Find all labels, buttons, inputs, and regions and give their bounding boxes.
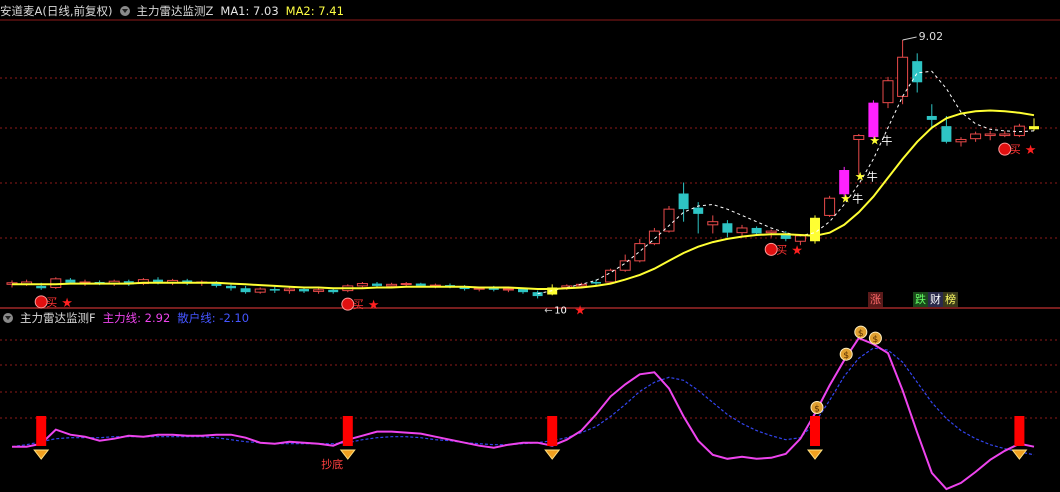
- candle-body: [299, 289, 309, 292]
- candle-body: [722, 223, 733, 233]
- candle-body: [663, 208, 675, 232]
- candle-body: [518, 289, 528, 293]
- candle-body: [707, 221, 719, 226]
- money-symbol: $: [843, 351, 849, 361]
- candle-body: [853, 135, 865, 140]
- candle-body: [254, 288, 266, 293]
- retail-line-label: 散户线: -2.10: [177, 311, 250, 325]
- candle-body: [941, 126, 952, 142]
- candle-body: [678, 193, 689, 210]
- candle-body: [502, 288, 514, 291]
- dropdown-icon[interactable]: [119, 6, 130, 16]
- candle-body: [240, 288, 251, 293]
- candle-body: [619, 260, 631, 271]
- upper-indicator-name[interactable]: 主力雷达监测Z: [137, 4, 214, 18]
- hold-star-icon: ★: [869, 134, 880, 148]
- candle-body: [926, 115, 937, 120]
- retail-line: [11, 347, 1035, 456]
- money-symbol: $: [814, 405, 820, 415]
- buy-star-icon: ★: [791, 243, 803, 258]
- signal-number-label: 10: [554, 305, 567, 316]
- buy-signal-label: 买: [776, 243, 787, 256]
- candle-body: [226, 285, 236, 289]
- candle-body: [605, 269, 617, 283]
- candle-body: [65, 279, 76, 283]
- candle-body: [794, 235, 806, 242]
- candle-body: [400, 283, 412, 286]
- hold-marker-label: 牛: [881, 134, 892, 148]
- candle-body: [386, 283, 398, 287]
- money-symbol: $: [873, 335, 879, 345]
- chart-canvas: 9.02买 ★ 买 ★买 ★买 ★← 10 ★★ 牛★ 牛★ 牛$$$$抄底: [0, 19, 1060, 491]
- ma1-label: MA1: 7.03: [220, 4, 279, 18]
- candle-body: [693, 207, 704, 214]
- candle-body: [283, 288, 295, 292]
- candle-body: [328, 289, 339, 293]
- badge-zhang[interactable]: 涨: [868, 292, 883, 307]
- money-symbol: $: [858, 329, 864, 339]
- diamond-icon: [544, 449, 561, 460]
- candle-body: [882, 80, 894, 104]
- candle-body: [868, 102, 879, 138]
- dropdown-icon[interactable]: [3, 313, 13, 323]
- buy-signal-label: 买: [46, 296, 57, 309]
- candle-body: [591, 281, 601, 284]
- hold-marker-label: 牛: [852, 192, 863, 206]
- candle-body: [313, 289, 325, 292]
- stock-chart-window: 9.02 买 ★ 买 ★ 买 ★ 买 ★ ← 10 ★ ★ 牛 ★ 牛 ★ 牛 $ $ $ $ 抄底 安道麦A(日线,前复权…: [0, 0, 1060, 492]
- candle-body: [1029, 126, 1039, 130]
- diamond-icon: [806, 449, 824, 460]
- candle-body: [839, 170, 850, 195]
- candle-body: [824, 197, 836, 216]
- signal-bar: [810, 416, 820, 446]
- signal-bar: [36, 416, 47, 446]
- candle-body: [356, 283, 368, 287]
- hold-marker-label: 牛: [867, 170, 878, 184]
- candle-body: [999, 133, 1011, 137]
- signal-bar: [342, 416, 353, 446]
- candle-body: [634, 243, 646, 262]
- price-annotation-line: [902, 36, 917, 41]
- buy-star-icon: ★: [1025, 143, 1037, 158]
- price-annotation-label: 9.02: [919, 30, 944, 43]
- buy-signal-label: 买: [1010, 143, 1021, 156]
- upper-header: 安道麦A(日线,前复权) 主力雷达监测Z MA1: 7.03 MA2: 7.41: [0, 2, 351, 20]
- signal-star-icon: ★: [574, 303, 586, 318]
- candle-body: [765, 230, 777, 234]
- diamond-icon: [33, 449, 50, 460]
- diamond-icon: [1011, 449, 1028, 460]
- candle-body: [269, 289, 280, 291]
- signal-bar: [547, 416, 558, 446]
- candle-body: [532, 292, 543, 297]
- candle-body: [36, 285, 47, 289]
- stock-title[interactable]: 安道麦A(日线,前复权): [0, 4, 113, 18]
- buy-star-icon: ★: [368, 298, 380, 313]
- buy-signal-label: 买: [353, 298, 364, 311]
- hold-star-icon: ★: [855, 170, 866, 184]
- badge-cai[interactable]: 财: [928, 292, 943, 307]
- lower-indicator-name[interactable]: 主力雷达监测F: [20, 311, 96, 325]
- candle-body: [1013, 125, 1025, 137]
- badge-bang[interactable]: 榜: [943, 292, 958, 307]
- main-line: [12, 336, 1035, 491]
- badge-die[interactable]: 跌: [913, 292, 928, 307]
- hold-star-icon: ★: [840, 192, 851, 206]
- candle-body: [415, 283, 426, 286]
- ma2-label: MA2: 7.41: [285, 4, 344, 18]
- candle-body: [751, 227, 762, 234]
- lower-header: 主力雷达监测F 主力线: 2.92 散户线: -2.10: [0, 309, 256, 327]
- bottom-fishing-label: 抄底: [321, 457, 343, 471]
- candle-body: [955, 138, 967, 143]
- main-line-label: 主力线: 2.92: [102, 311, 171, 325]
- signal-bar: [1014, 416, 1025, 446]
- candle-body: [736, 227, 748, 234]
- candle-body: [372, 283, 382, 286]
- signal-arrow-icon: ←: [544, 305, 552, 316]
- candle-body: [970, 133, 982, 140]
- candle-body: [984, 133, 996, 137]
